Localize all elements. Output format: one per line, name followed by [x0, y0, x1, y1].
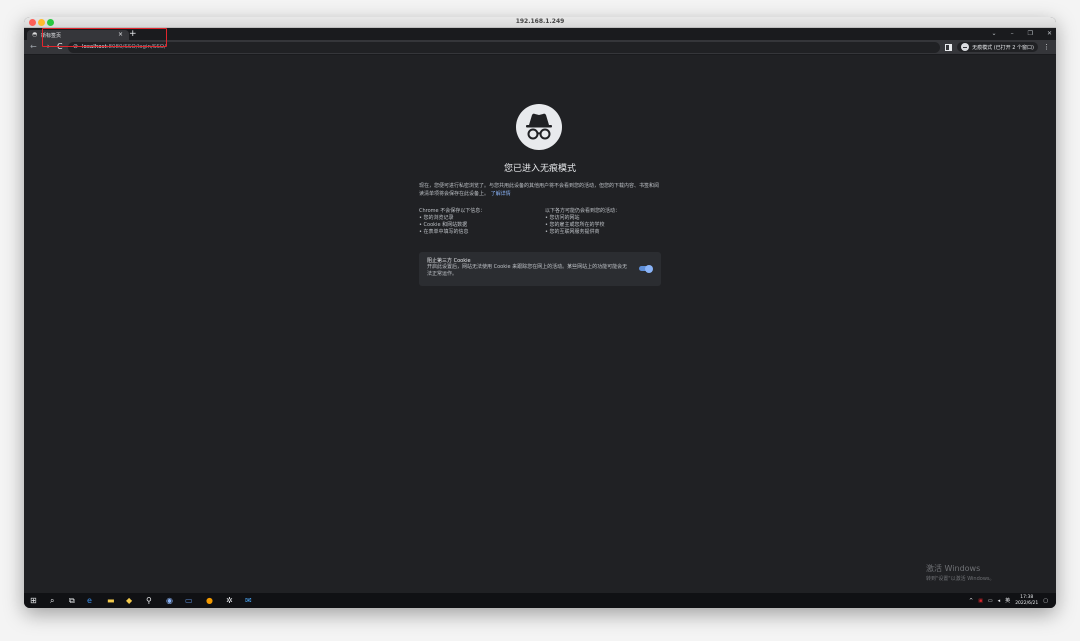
browser-toolbar: ← → C ⊘ localhost:8080/SSO/login/SSO/ 无痕… [24, 40, 1056, 55]
cookie-description: 开启此设置后，网站无法使用 Cookie 来跟踪您在网上的活动。某些网站上的功能… [427, 264, 628, 277]
chrome-icon[interactable]: ● [206, 596, 213, 605]
list-item: 您的互联网服务提供商 [545, 229, 665, 236]
incognito-icon [961, 43, 970, 51]
minimize-button[interactable]: – [1011, 30, 1014, 37]
url-highlight-annotation [42, 28, 167, 47]
edge-icon[interactable]: e [87, 596, 92, 605]
activation-watermark: 激活 Windows 转到"设置"以激活 Windows。 [926, 563, 995, 582]
search-icon[interactable]: ⌕ [50, 596, 54, 606]
task-view-icon[interactable]: ⧉ [69, 596, 75, 606]
visible-heading: 以下各方可能仍会看到您的活动： [545, 208, 621, 214]
list-item: 您的浏览记录 [419, 215, 539, 222]
browser-window: 192.168.1.249 ◓ 新标签页 × + ⌄ – ❐ ✕ ← → C ⊘… [24, 17, 1056, 608]
cookie-card: 阻止第三方 Cookie 开启此设置后，网站无法使用 Cookie 来跟踪您在网… [419, 252, 661, 286]
settings-icon[interactable]: ✲ [226, 596, 233, 605]
app-icon[interactable]: ▭ [185, 596, 193, 605]
network-icon[interactable]: ▭ [988, 598, 993, 604]
app-icon[interactable]: ⚲ [146, 596, 152, 605]
visible-to-section: 以下各方可能仍会看到您的活动： 您访问的网站 您的雇主或您所在的学校 您的互联网… [545, 208, 665, 236]
system-tray: ^ ▣ ▭ ◂ 英 17:38 2022/6/21 ▢ [969, 595, 1048, 606]
windows-taskbar: ⊞ ⌕ ⧉ e ▬ ◆ ⚲ ◉ ▭ ● ✲ ✉ ^ ▣ ▭ ◂ 英 17:38 … [24, 593, 1056, 608]
intro-text: 现在，您便可进行私密浏览了。与您共用此设备的其他用户将不会看到您的活动，但您的下… [419, 183, 660, 197]
menu-icon[interactable]: ⋮ [1043, 43, 1050, 51]
app-icon[interactable]: ◉ [166, 596, 173, 605]
app-icon[interactable]: ◆ [126, 596, 132, 605]
mail-icon[interactable]: ✉ [245, 596, 252, 605]
list-item: 在表单中填写的信息 [419, 229, 539, 236]
tab-strip: ◓ 新标签页 × + ⌄ – ❐ ✕ [24, 28, 1056, 40]
list-item: 您的雇主或您所在的学校 [545, 222, 665, 229]
list-item: 您访问的网站 [545, 215, 665, 222]
tray-app-icon[interactable]: ▣ [978, 598, 983, 604]
toggle-knob [645, 264, 653, 273]
mac-titlebar: 192.168.1.249 [24, 17, 1056, 28]
block-cookies-toggle[interactable] [639, 264, 653, 273]
incognito-tab-icon: ◓ [32, 31, 38, 38]
watermark-subtitle: 转到"设置"以激活 Windows。 [926, 576, 995, 582]
toolbar-right: 无痕模式 (已打开 2 个窗口) ⋮ [945, 42, 1050, 52]
watermark-title: 激活 Windows [926, 564, 981, 573]
incognito-profile-button[interactable]: 无痕模式 (已打开 2 个窗口) [957, 42, 1038, 52]
learn-more-link[interactable]: 了解详情 [491, 191, 511, 197]
page-title: 您已进入无痕模式 [503, 164, 576, 174]
side-panel-icon[interactable] [945, 43, 953, 51]
window-controls: ⌄ – ❐ ✕ [992, 30, 1052, 37]
address-bar[interactable]: ⊘ localhost:8080/SSO/login/SSO/ [68, 42, 940, 53]
ime-indicator[interactable]: 英 [1005, 597, 1010, 604]
tab-search-icon[interactable]: ⌄ [992, 30, 997, 37]
notification-icon[interactable]: ▢ [1043, 598, 1048, 604]
clock-date: 2022/6/21 [1015, 600, 1039, 606]
not-saved-section: Chrome 不会保存以下信息： 您的浏览记录 Cookie 和网站数据 在表单… [419, 208, 539, 236]
file-explorer-icon[interactable]: ▬ [107, 596, 115, 605]
back-icon[interactable]: ← [30, 42, 37, 51]
cookie-title: 阻止第三方 Cookie [427, 258, 471, 264]
incognito-page: 您已进入无痕模式 现在，您便可进行私密浏览了。与您共用此设备的其他用户将不会看到… [24, 55, 1056, 593]
tray-chevron-icon[interactable]: ^ [969, 598, 973, 604]
incognito-spy-icon [516, 104, 562, 150]
window-title: 192.168.1.249 [515, 18, 565, 25]
restore-button[interactable]: ❐ [1028, 30, 1033, 37]
windows-start-icon[interactable]: ⊞ [30, 596, 37, 605]
close-button[interactable]: ✕ [1047, 30, 1052, 37]
not-saved-heading: Chrome 不会保存以下信息： [419, 208, 486, 214]
volume-icon[interactable]: ◂ [998, 598, 1001, 604]
incognito-label: 无痕模式 (已打开 2 个窗口) [972, 44, 1034, 51]
clock[interactable]: 17:38 2022/6/21 [1015, 595, 1038, 606]
list-item: Cookie 和网站数据 [419, 222, 539, 229]
